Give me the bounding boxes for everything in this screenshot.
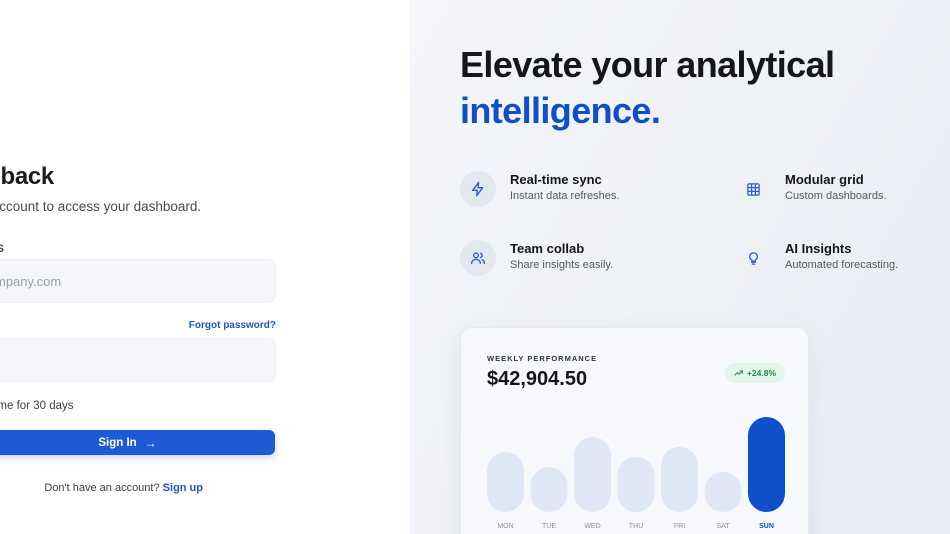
sign-in-label: Sign In — [98, 436, 137, 449]
arrow-right-icon: → — [144, 435, 157, 450]
feature-title: Team collab — [510, 241, 585, 256]
feature-title: AI Insights — [785, 241, 852, 256]
feature-title: Real-time sync — [510, 172, 602, 187]
bar-sat — [704, 472, 742, 512]
weekly-performance-card: WEEKLY PERFORMANCE $42,904.50 +24.8% MON… — [460, 327, 809, 534]
email-placeholder: mpany.com — [0, 274, 62, 289]
password-field[interactable] — [0, 338, 276, 382]
feature-ai-insights: AI Insights Automated forecasting. — [735, 240, 950, 280]
remember-me-label[interactable]: er me for 30 days — [0, 400, 73, 412]
users-icon — [460, 240, 496, 276]
feature-desc: Instant data refreshes. — [510, 190, 620, 202]
page-subtitle: ur account to access your dashboard. — [0, 199, 202, 214]
feature-modular-grid: Modular grid Custom dashboards. — [735, 171, 950, 211]
day-label-sun: SUN — [759, 523, 774, 530]
day-label-sat: SAT — [716, 523, 730, 530]
day-label-fri: FRI — [674, 523, 685, 530]
login-panel: me back ur account to access your dashbo… — [0, 0, 410, 534]
bar-thu — [617, 457, 655, 512]
email-field[interactable]: mpany.com — [0, 259, 276, 303]
feature-desc: Automated forecasting. — [785, 259, 899, 271]
day-label-mon: MON — [497, 523, 513, 530]
sign-in-button[interactable]: Sign In → — [0, 430, 275, 455]
feature-desc: Share insights easily. — [510, 259, 614, 271]
hero-panel: Elevate your analytical intelligence. Re… — [410, 0, 950, 534]
lightbulb-icon — [735, 240, 771, 276]
page-title: me back — [0, 163, 54, 190]
weekly-bar-chart: MON TUE WED THU FRI SAT SUN — [487, 417, 785, 530]
bar-fri — [661, 447, 698, 512]
signup-row: Don't have an account? Sign up — [0, 482, 203, 494]
feature-desc: Custom dashboards. — [785, 190, 887, 202]
bar-tue — [530, 467, 568, 512]
hero-headline: Elevate your analytical intelligence. — [460, 42, 835, 134]
feature-real-time-sync: Real-time sync Instant data refreshes. — [460, 171, 680, 211]
bar-mon — [487, 452, 524, 512]
feature-title: Modular grid — [785, 172, 864, 187]
bar-wed — [574, 437, 611, 512]
bar-sun — [748, 417, 785, 512]
sign-up-link[interactable]: Sign up — [163, 482, 203, 494]
day-label-thu: THU — [629, 523, 643, 530]
headline-line-1: Elevate your analytical — [460, 44, 835, 85]
lightning-icon — [460, 171, 496, 207]
day-label-tue: TUE — [542, 523, 556, 530]
email-label: SS — [0, 243, 6, 255]
grid-icon — [735, 171, 771, 207]
forgot-password-link[interactable]: Forgot password? — [189, 320, 276, 331]
headline-line-2: intelligence. — [460, 90, 661, 131]
day-label-wed: WED — [584, 523, 600, 530]
signup-prompt: Don't have an account? — [44, 482, 160, 494]
feature-team-collab: Team collab Share insights easily. — [460, 240, 680, 280]
